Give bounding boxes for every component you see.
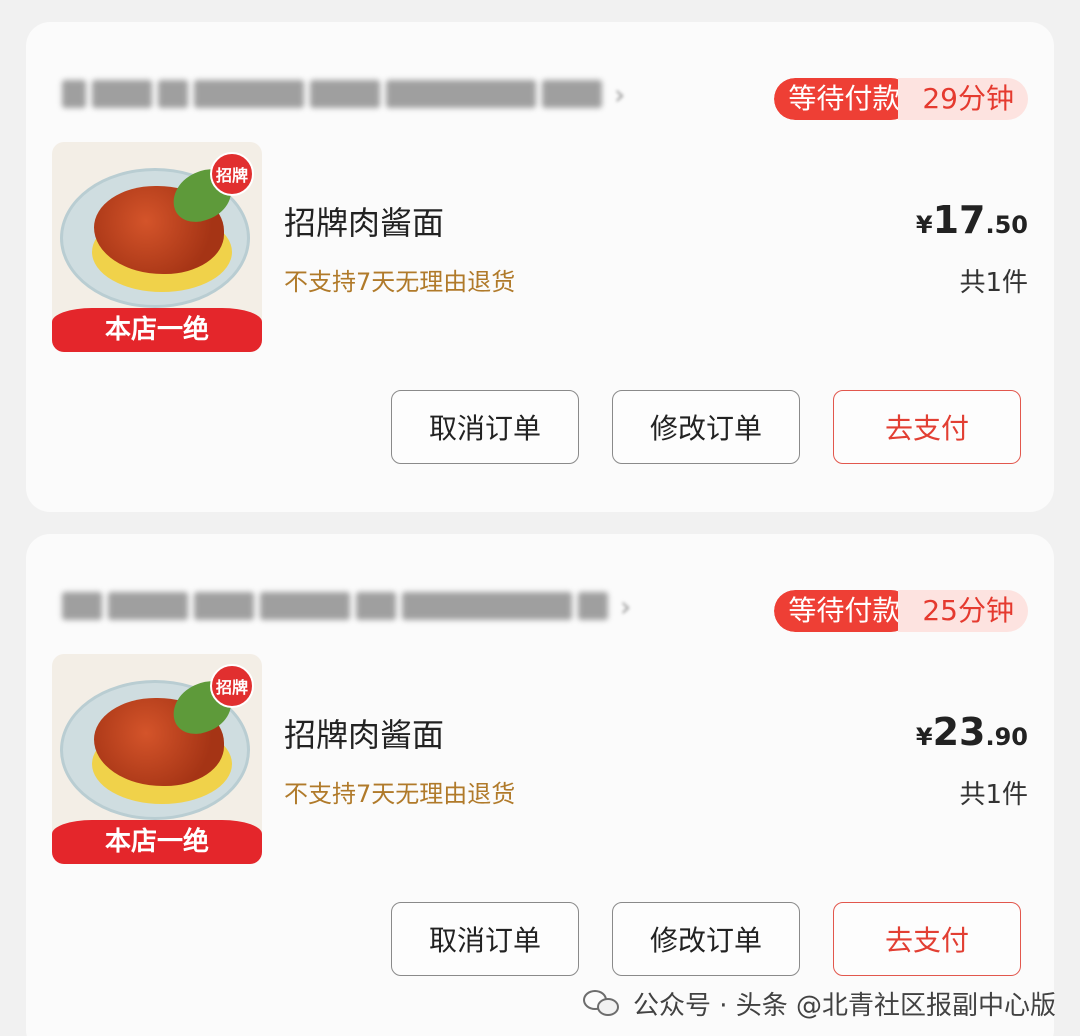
chevron-right-icon: › <box>614 77 626 111</box>
item-name[interactable]: 招牌肉酱面 <box>284 710 444 756</box>
currency-symbol: ¥ <box>915 211 933 239</box>
item-name[interactable]: 招牌肉酱面 <box>284 198 444 244</box>
price-decimal: .50 <box>985 211 1028 239</box>
price-integer: 17 <box>932 198 986 242</box>
return-policy-note: 不支持7天无理由退货 <box>284 268 516 296</box>
modify-order-button[interactable]: 修改订单 <box>612 390 800 464</box>
cancel-order-button[interactable]: 取消订单 <box>391 390 579 464</box>
status-label: 等待付款 <box>774 590 913 632</box>
product-thumbnail[interactable]: 招牌 本店一绝 <box>52 654 262 864</box>
item-price: ¥17.50 <box>916 198 1028 242</box>
status-label: 等待付款 <box>774 78 913 120</box>
store-name-blurred[interactable]: › <box>62 74 722 114</box>
thumbnail-banner: 本店一绝 <box>52 820 262 864</box>
countdown-timer: 25分钟 <box>898 590 1028 632</box>
pay-button[interactable]: 去支付 <box>833 902 1021 976</box>
order-card[interactable]: › 等待付款 29分钟 招牌 本店一绝 招牌肉酱面 不支持7天无理由退货 ¥17… <box>26 22 1054 512</box>
countdown-timer: 29分钟 <box>898 78 1028 120</box>
store-name-blurred[interactable]: › <box>62 586 722 626</box>
status-badge: 等待付款 29分钟 <box>774 78 1028 120</box>
status-badge: 等待付款 25分钟 <box>774 590 1028 632</box>
chevron-right-icon: › <box>620 589 632 623</box>
product-thumbnail[interactable]: 招牌 本店一绝 <box>52 142 262 352</box>
modify-order-button[interactable]: 修改订单 <box>612 902 800 976</box>
pay-button[interactable]: 去支付 <box>833 390 1021 464</box>
item-quantity: 共1件 <box>959 780 1028 810</box>
price-integer: 23 <box>932 710 986 754</box>
signature-badge: 招牌 <box>210 664 254 708</box>
signature-badge: 招牌 <box>210 152 254 196</box>
item-quantity: 共1件 <box>959 268 1028 298</box>
price-decimal: .90 <box>985 723 1028 751</box>
order-card[interactable]: › 等待付款 25分钟 招牌 本店一绝 招牌肉酱面 不支持7天无理由退货 ¥23… <box>26 534 1054 1036</box>
watermark-text: 公众号 · 头条 @北青社区报副中心版 <box>632 991 1056 1021</box>
return-policy-note: 不支持7天无理由退货 <box>284 780 516 808</box>
watermark: 公众号 · 头条 @北青社区报副中心版 <box>582 985 1056 1022</box>
item-price: ¥23.90 <box>916 710 1028 754</box>
currency-symbol: ¥ <box>915 723 933 751</box>
thumbnail-banner: 本店一绝 <box>52 308 262 352</box>
wechat-icon <box>582 988 623 1020</box>
cancel-order-button[interactable]: 取消订单 <box>391 902 579 976</box>
